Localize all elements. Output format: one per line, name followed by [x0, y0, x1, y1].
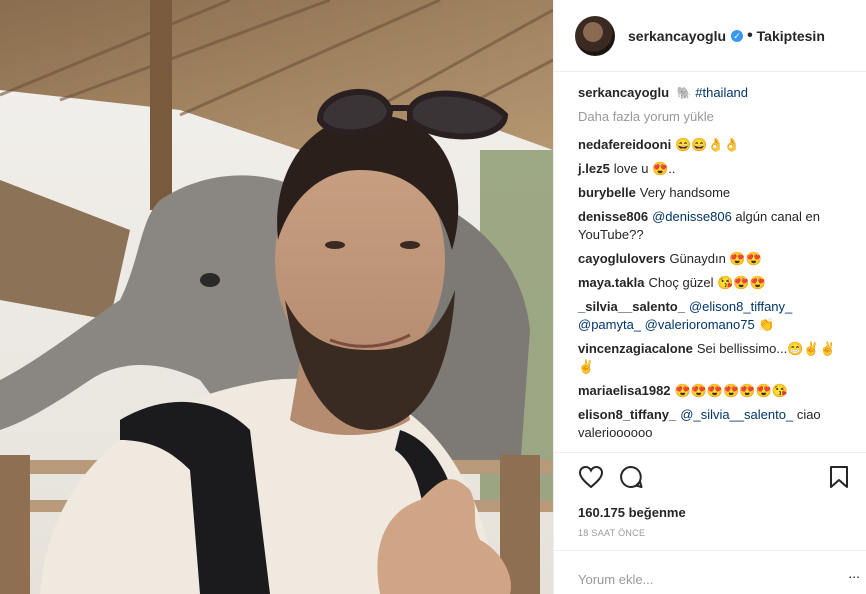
load-more-comments-link[interactable]: Daha fazla yorum yükle — [578, 108, 850, 126]
comment-username[interactable]: elison8_tiffany_ — [578, 407, 676, 422]
post-sidebar: serkancayoglu ✓ • Takiptesin serkancayog… — [553, 0, 866, 594]
add-comment-bar: ... — [554, 550, 866, 594]
follow-status-button[interactable]: Takiptesin — [757, 28, 825, 44]
post-photo[interactable] — [0, 0, 553, 594]
author-avatar[interactable] — [575, 15, 615, 56]
separator-dot: • — [747, 26, 753, 44]
comment-username[interactable]: vincenzagiacalone — [578, 341, 693, 356]
comment-username[interactable]: mariaelisa1982 — [578, 383, 671, 398]
post-header: serkancayoglu ✓ • Takiptesin — [554, 0, 866, 72]
comment-username[interactable]: j.lez5 — [578, 161, 610, 176]
comment: cayoglulovers Günaydın 😍😍 — [578, 250, 850, 268]
comment: j.lez5 love u 😍.. — [578, 160, 850, 178]
speech-bubble-icon[interactable] — [618, 464, 644, 490]
comments-list: serkancayoglu 🐘 #thailand Daha fazla yor… — [554, 72, 866, 452]
comment-text: 👏 — [754, 317, 775, 332]
comment: denisse806 @denisse806 algún canal en You… — [578, 208, 850, 244]
comment-text: Choç güzel 😘😍😍 — [648, 275, 766, 290]
comment: mariaelisa1982 😍😍😍😍😍😍😘 — [578, 382, 850, 400]
caption: serkancayoglu 🐘 #thailand — [578, 84, 850, 102]
caption-emoji: 🐘 — [676, 86, 692, 100]
comment-username[interactable]: cayoglulovers — [578, 251, 665, 266]
comment-username[interactable]: burybelle — [578, 185, 636, 200]
comment-username[interactable]: nedafereidooni — [578, 137, 671, 152]
comment-username[interactable]: _silvia__salento_ — [578, 299, 685, 314]
comment-username[interactable]: maya.takla — [578, 275, 645, 290]
post-actions: 160.175 beğenme 18 SAAT ÖNCE ... — [554, 452, 866, 594]
comment: elison8_tiffany_ @_silvia__salento_ ciao … — [578, 406, 850, 442]
likes-count[interactable]: 160.175 beğenme — [578, 505, 852, 520]
comment: burybelle Very handsome — [578, 184, 850, 202]
add-comment-input[interactable] — [578, 565, 848, 594]
bookmark-outline-icon[interactable] — [826, 464, 852, 490]
comment: vincenzagiacalone Sei bellissimo...😁✌✌ ✌ — [578, 340, 850, 376]
comment-text: 😍😍😍😍😍😍😘 — [674, 383, 788, 398]
comment: _silvia__salento_ @elison8_tiffany_ @pamy… — [578, 298, 850, 334]
caption-hashtag[interactable]: #thailand — [695, 85, 748, 100]
author-username[interactable]: serkancayoglu — [628, 28, 726, 44]
action-icons — [578, 463, 852, 491]
post-timestamp: 18 SAAT ÖNCE — [578, 528, 646, 538]
comment-username[interactable]: denisse806 — [578, 209, 648, 224]
selfie-with-elephant-image — [0, 0, 553, 594]
caption-username[interactable]: serkancayoglu — [578, 85, 669, 100]
comment-mention[interactable]: @_silvia__salento_ — [680, 407, 793, 422]
comment-text: love u 😍.. — [613, 161, 676, 176]
more-options-button[interactable]: ... — [848, 565, 860, 581]
comment-text: Very handsome — [639, 185, 731, 200]
comment-text: Günaydın 😍😍 — [669, 251, 762, 266]
verified-badge-icon: ✓ — [731, 29, 744, 42]
comment: maya.takla Choç güzel 😘😍😍 — [578, 274, 850, 292]
comment-text: 😄😄👌👌 — [675, 137, 740, 152]
comment: nedafereidooni 😄😄👌👌 — [578, 136, 850, 154]
heart-outline-icon[interactable] — [578, 464, 604, 490]
comment-mention[interactable]: @denisse806 — [652, 209, 732, 224]
instagram-post: serkancayoglu ✓ • Takiptesin serkancayog… — [0, 0, 866, 594]
